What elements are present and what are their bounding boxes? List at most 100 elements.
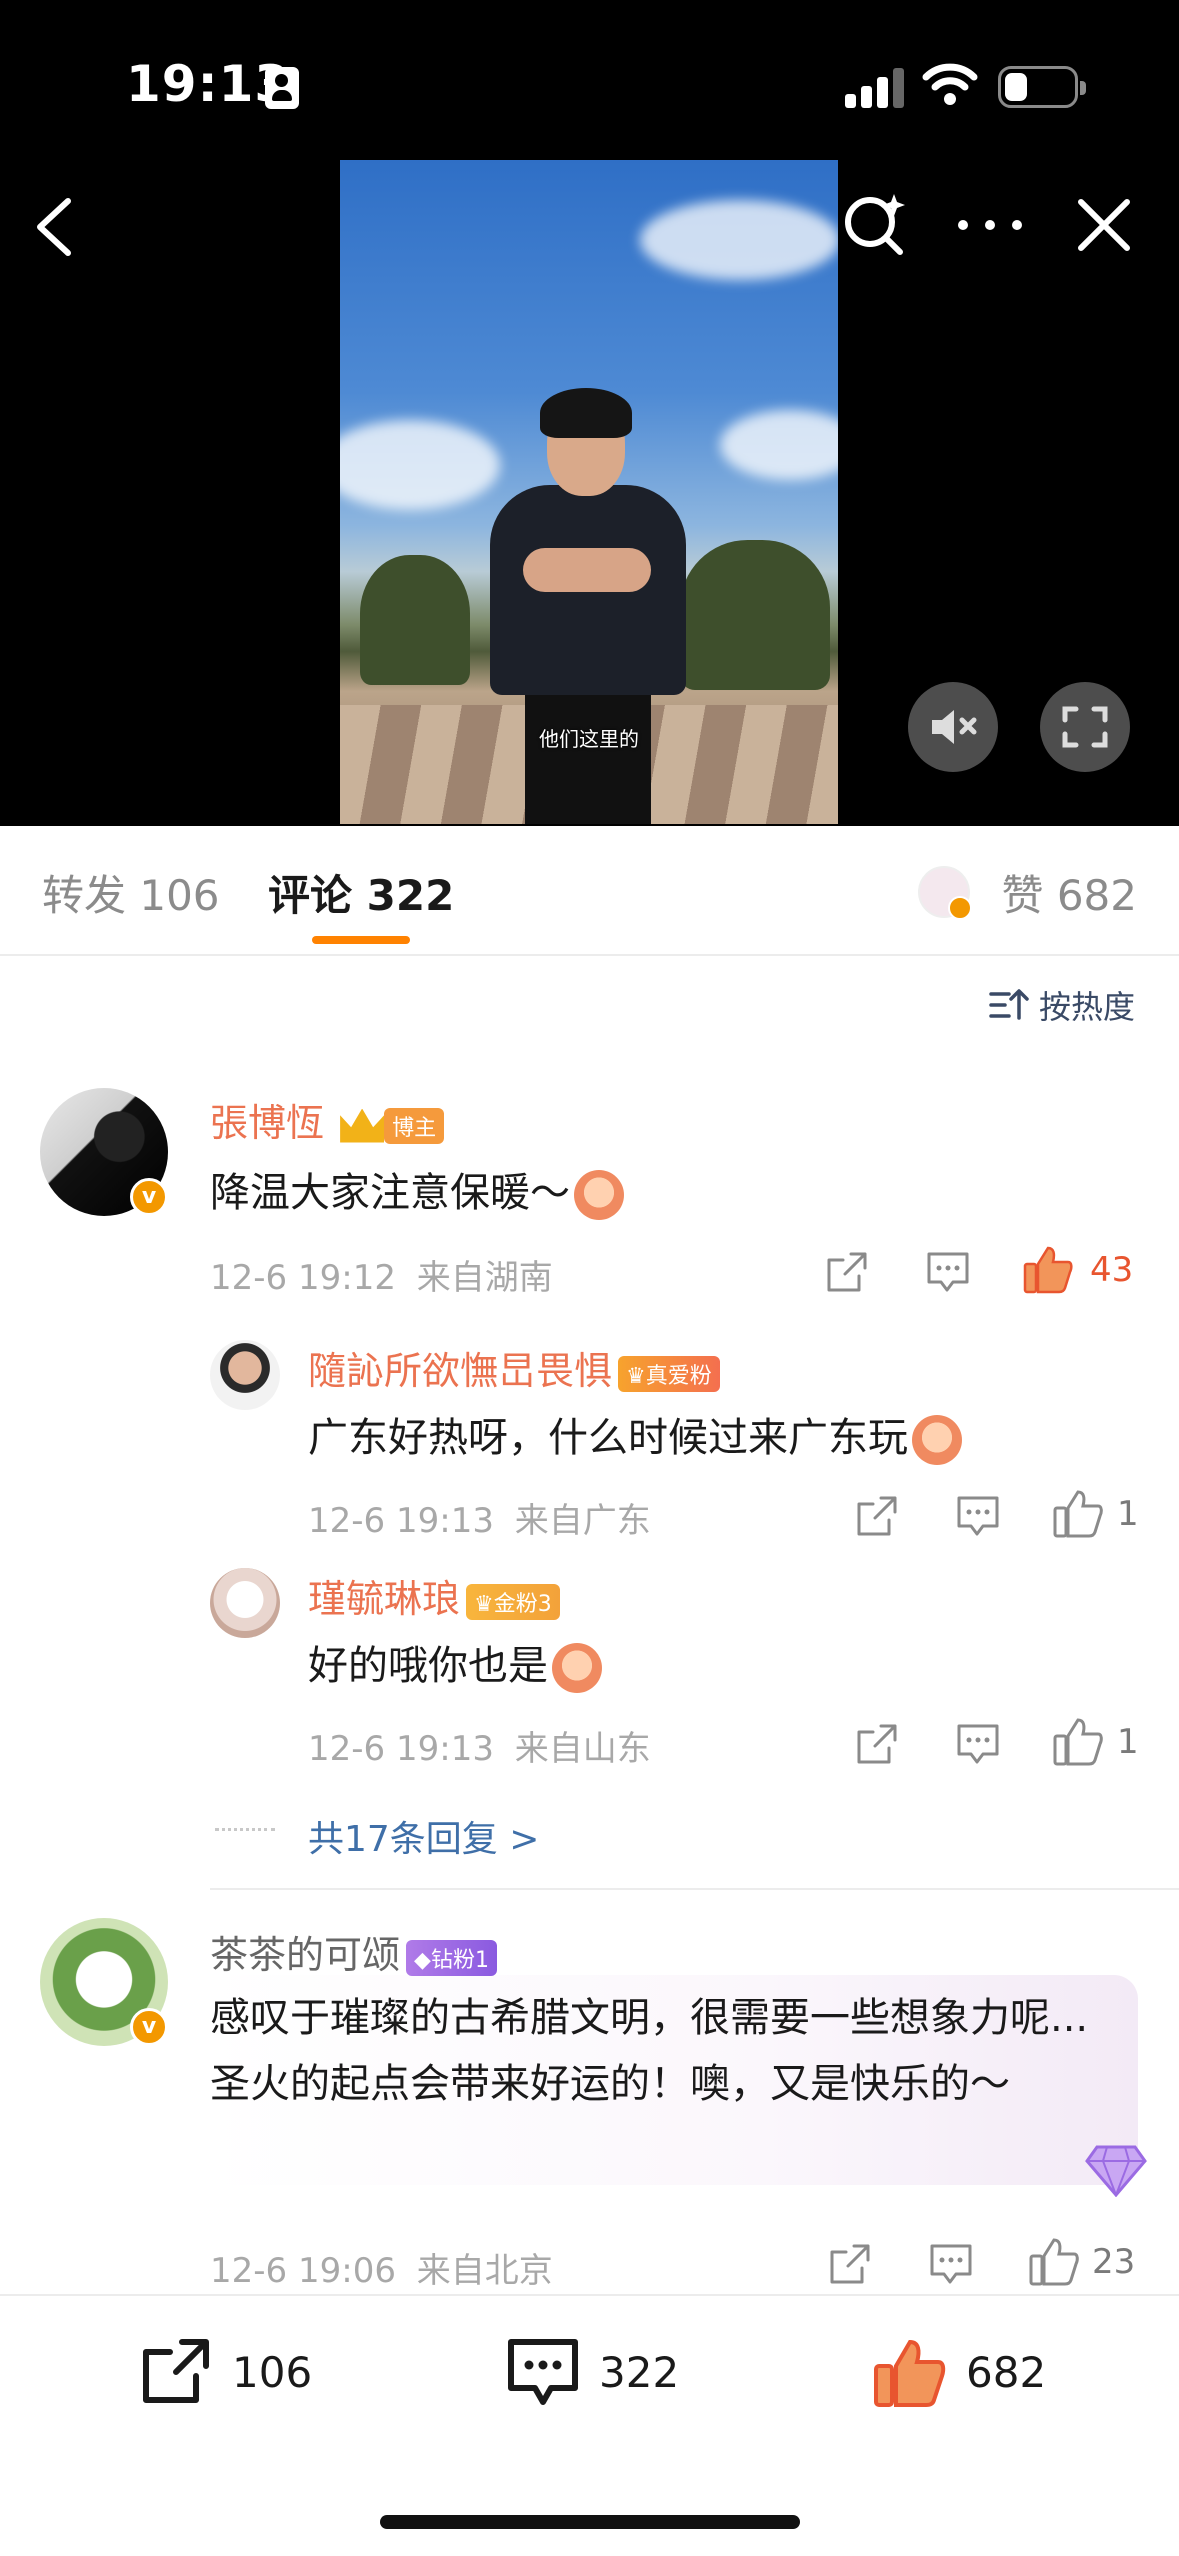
like-count: 682	[966, 2347, 1047, 2397]
like-count: 1	[1117, 1722, 1139, 1762]
comment-meta: 12-6 19:13 来自山东	[308, 1721, 651, 1770]
status-bar: 19:13	[0, 0, 1179, 150]
like-count: 23	[1092, 2242, 1136, 2282]
video-subtitle: 他们这里的	[539, 727, 639, 751]
video-player[interactable]: 他们这里的	[340, 160, 838, 824]
thumbs-up-icon[interactable]	[1028, 2236, 1080, 2286]
fan-badge-label: 金粉3	[493, 1591, 552, 1617]
comment-bubble-icon	[508, 2339, 578, 2405]
tree	[360, 555, 470, 685]
dotted-leader	[215, 1828, 275, 1834]
comment-button[interactable]: 322	[505, 2336, 679, 2408]
smile-emoji-icon	[574, 1170, 624, 1220]
fullscreen-button[interactable]	[1040, 682, 1130, 772]
thumbs-up-icon[interactable]	[1052, 1488, 1104, 1538]
share-icon[interactable]	[825, 1250, 869, 1294]
fan-badge-label: 真爱粉	[645, 1363, 712, 1389]
comment-location: 来自山东	[514, 1729, 651, 1769]
cloud	[640, 200, 838, 280]
comment-text-content: 广东好热呀，什么时候过来广东玩	[308, 1415, 908, 1461]
fan-badge: ♛真爱粉	[618, 1355, 720, 1392]
more-icon[interactable]	[955, 210, 1025, 240]
liker-avatar[interactable]	[918, 866, 972, 920]
commenter-name-text: 茶茶的可颂	[210, 1933, 401, 1977]
comment-text: 广东好热呀，什么时候过来广东玩	[308, 1405, 962, 1465]
sort-by-hot-button[interactable]: 按热度	[989, 982, 1135, 1028]
like-button[interactable]: 682	[872, 2336, 1046, 2408]
comment-text: 好的哦你也是	[308, 1633, 602, 1693]
avatar[interactable]	[210, 1568, 280, 1638]
commenter-name[interactable]: 瑾毓琳琅 ♛金粉3	[308, 1568, 560, 1623]
sort-label: 按热度	[1038, 988, 1135, 1026]
fullscreen-icon	[1062, 706, 1108, 748]
fan-badge: ♛金粉3	[466, 1583, 560, 1620]
commenter-name-text: 張博恆	[210, 1101, 325, 1145]
tab-comments[interactable]: 评论 322	[268, 862, 454, 923]
comment-text-content: 好的哦你也是	[308, 1643, 548, 1689]
share-icon[interactable]	[855, 1494, 899, 1538]
home-indicator[interactable]	[380, 2515, 800, 2529]
repost-count: 106	[232, 2347, 313, 2397]
comment-time: 12-6 19:13	[308, 1729, 494, 1769]
person-hair	[540, 388, 632, 438]
close-icon[interactable]	[1075, 196, 1133, 254]
thumbs-up-liked-icon[interactable]	[1022, 1244, 1074, 1294]
comment-icon[interactable]	[928, 2242, 974, 2286]
comment-text-content: 降温大家注意保暖～	[210, 1170, 570, 1216]
comment-time: 12-6 19:13	[308, 1501, 494, 1541]
commenter-name[interactable]: 張博恆 博主	[210, 1092, 445, 1147]
cloud	[720, 410, 838, 480]
tree	[680, 540, 830, 690]
share-icon[interactable]	[855, 1722, 899, 1766]
sort-icon	[989, 989, 1029, 1020]
author-badge: 博主	[384, 1107, 445, 1144]
verified-badge-icon: v	[130, 2008, 168, 2046]
comment-meta: 12-6 19:12 来自湖南	[210, 1250, 553, 1299]
video-area: 19:13 他们这里的	[0, 0, 1179, 826]
diamond-gem-icon	[1085, 2145, 1147, 2197]
bottom-action-bar: 106 322 682	[0, 2294, 1179, 2556]
comment-time: 12-6 19:12	[210, 1258, 396, 1298]
comment-location: 来自北京	[416, 2251, 553, 2291]
tab-bar: 转发 106 评论 322 赞 682	[0, 826, 1179, 956]
laugh-emoji-icon	[552, 1643, 602, 1693]
tab-repost[interactable]: 转发 106	[42, 862, 220, 923]
avatar[interactable]	[210, 1340, 280, 1410]
comment-count: 322	[599, 2347, 680, 2397]
diamond-icon: ◆	[414, 1947, 431, 1973]
view-more-replies-link[interactable]: 共17条回复 >	[308, 1810, 539, 1862]
comment-location: 来自广东	[514, 1501, 651, 1541]
share-icon[interactable]	[828, 2242, 872, 2286]
cellular-signal-icon	[845, 68, 907, 108]
comment-text: 感叹于璀璨的古希腊文明，很需要一些想象力呢...圣火的起点会带来好运的！噢，又是…	[210, 1995, 1089, 2107]
person-legs	[525, 680, 651, 824]
divider	[210, 1888, 1179, 1890]
tab-active-indicator	[312, 936, 410, 944]
speaker-muted-icon	[932, 710, 977, 744]
repost-icon	[143, 2339, 209, 2403]
like-count: 43	[1090, 1250, 1134, 1290]
fan-badge: ◆钻粉1	[406, 1939, 497, 1976]
comment-text: 降温大家注意保暖～	[210, 1160, 624, 1220]
thumbs-up-liked-icon	[874, 2339, 946, 2407]
comment-icon[interactable]	[955, 1722, 1001, 1766]
contact-card-icon	[265, 67, 299, 109]
crown-icon: ♛	[474, 1591, 494, 1617]
comment-time: 12-6 19:06	[210, 2251, 396, 2291]
comment-icon[interactable]	[925, 1250, 971, 1294]
comment-location: 来自湖南	[416, 1258, 553, 1298]
tab-likes[interactable]: 赞 682	[1001, 862, 1137, 923]
cloud	[340, 420, 500, 510]
commenter-name[interactable]: 茶茶的可颂 ◆钻粉1	[210, 1924, 497, 1979]
mute-button[interactable]	[908, 682, 998, 772]
comment-icon[interactable]	[955, 1494, 1001, 1538]
person-arms	[523, 548, 651, 592]
commenter-name-text: 隨訫所欲憮旵畏惧	[308, 1349, 613, 1393]
commenter-name[interactable]: 隨訫所欲憮旵畏惧 ♛真爱粉	[308, 1340, 720, 1395]
comment-meta: 12-6 19:06 来自北京	[210, 2243, 553, 2292]
back-arrow-icon[interactable]	[30, 195, 78, 259]
repost-button[interactable]: 106	[138, 2336, 312, 2408]
surprised-emoji-icon	[912, 1415, 962, 1465]
search-icon[interactable]	[840, 188, 910, 258]
thumbs-up-icon[interactable]	[1052, 1716, 1104, 1766]
